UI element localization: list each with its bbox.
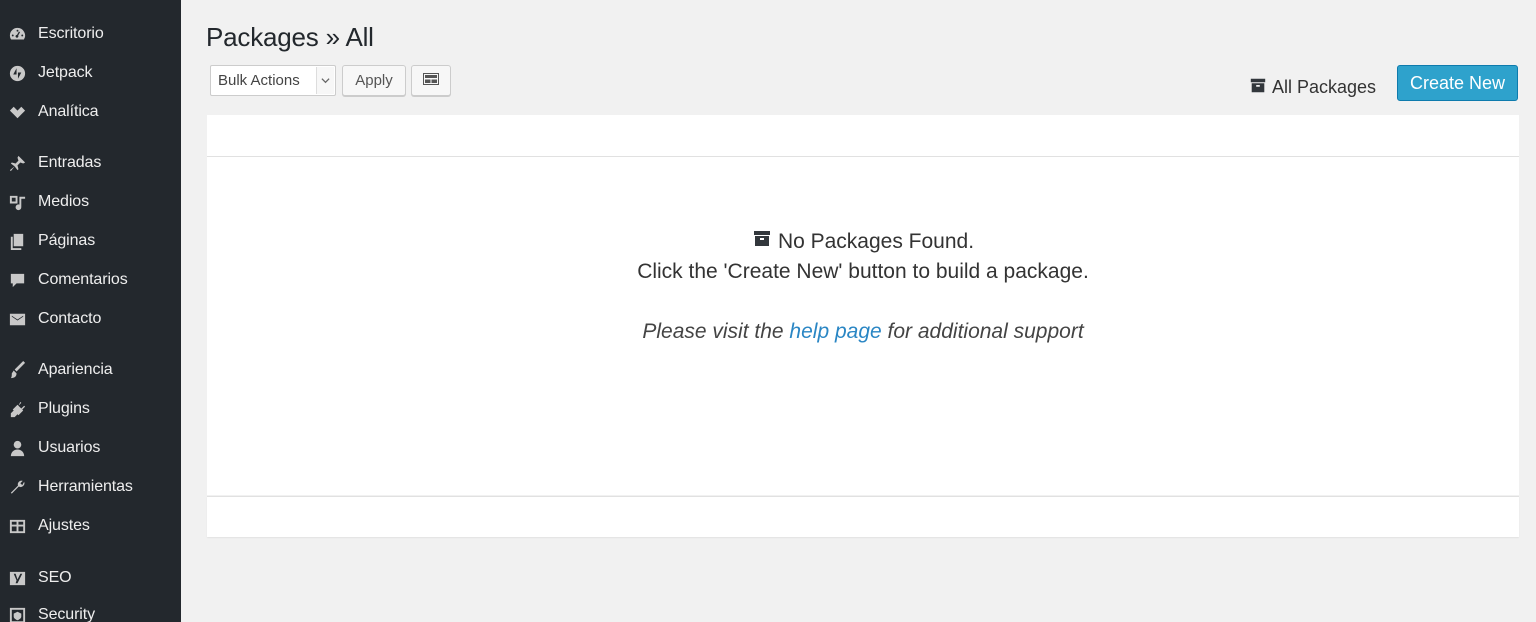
pages-icon [6,231,28,251]
sidebar-item-label: Medios [38,193,89,210]
security-icon [6,605,28,622]
sidebar-item-plugins[interactable]: Plugins [0,394,181,424]
packages-table-footer [207,496,1519,537]
archive-icon [1249,76,1272,99]
sidebar-item-security[interactable]: Security [0,600,181,622]
user-icon [6,438,28,458]
sidebar-item-label: SEO [38,569,72,586]
page-title: Packages » All [206,22,374,52]
sidebar-item-jetpack[interactable]: Jetpack [0,58,181,88]
grid-view-button[interactable] [411,65,451,96]
sidebar-item-label: Herramientas [38,478,133,495]
sidebar-item-label: Analítica [38,103,99,120]
sidebar-item-entradas[interactable]: Entradas [0,148,181,178]
sidebar-item-label: Escritorio [38,25,104,42]
bulk-actions-select[interactable]: Bulk Actions [210,65,336,96]
brush-icon [6,360,28,380]
settings-icon [6,516,28,536]
sidebar-item-label: Apariencia [38,361,113,378]
packages-table-body: No Packages Found. Click the 'Create New… [207,157,1519,495]
all-packages-link[interactable]: All Packages [1249,75,1376,99]
sidebar-item-medios[interactable]: Medios [0,187,181,217]
create-new-button[interactable]: Create New [1397,65,1518,101]
admin-sidebar: Escritorio Jetpack Analítica Entradas Me… [0,0,181,622]
sidebar-item-label: Jetpack [38,64,93,81]
sidebar-item-label: Plugins [38,400,90,417]
sidebar-item-apariencia[interactable]: Apariencia [0,355,181,385]
mail-icon [6,309,28,329]
sidebar-item-label: Contacto [38,310,102,327]
packages-table-header [207,115,1519,157]
sidebar-item-analitica[interactable]: Analítica [0,97,181,127]
pin-icon [6,153,28,173]
help-suffix: for additional support [881,320,1084,343]
sidebar-item-label: Páginas [38,232,96,249]
help-line: Please visit the help page for additiona… [207,317,1519,347]
bulk-actions-value: Bulk Actions [218,72,300,89]
wrench-icon [6,477,28,497]
chevron-down-icon[interactable] [316,67,334,94]
grid-icon [423,72,439,89]
sidebar-item-comentarios[interactable]: Comentarios [0,265,181,295]
seo-icon [6,568,28,588]
sidebar-item-ajustes[interactable]: Ajustes [0,511,181,541]
empty-state: No Packages Found. Click the 'Create New… [207,227,1519,347]
sidebar-item-usuarios[interactable]: Usuarios [0,433,181,463]
sidebar-item-contacto[interactable]: Contacto [0,304,181,334]
empty-state-title-wrap: No Packages Found. [752,227,974,257]
media-icon [6,192,28,212]
sidebar-item-herramientas[interactable]: Herramientas [0,472,181,502]
archive-icon [752,227,778,257]
apply-button[interactable]: Apply [342,65,406,96]
analytics-icon [6,102,28,122]
empty-state-title: No Packages Found. [777,230,975,253]
sidebar-item-label: Entradas [38,154,102,171]
jetpack-icon [6,63,28,83]
sidebar-item-seo[interactable]: SEO [0,563,181,593]
help-page-link[interactable]: help page [789,320,881,343]
sidebar-item-label: Comentarios [38,271,128,288]
empty-state-subtitle: Click the 'Create New' button to build a… [637,260,1089,283]
sidebar-item-label: Security [38,606,95,622]
sidebar-item-label: Ajustes [38,517,90,534]
plugin-icon [6,399,28,419]
comment-icon [6,270,28,290]
all-packages-label: All Packages [1272,76,1377,97]
dashboard-icon [6,24,28,44]
help-prefix: Please visit the [642,320,790,343]
sidebar-item-escritorio[interactable]: Escritorio [0,19,181,49]
sidebar-item-paginas[interactable]: Páginas [0,226,181,256]
sidebar-item-label: Usuarios [38,439,101,456]
